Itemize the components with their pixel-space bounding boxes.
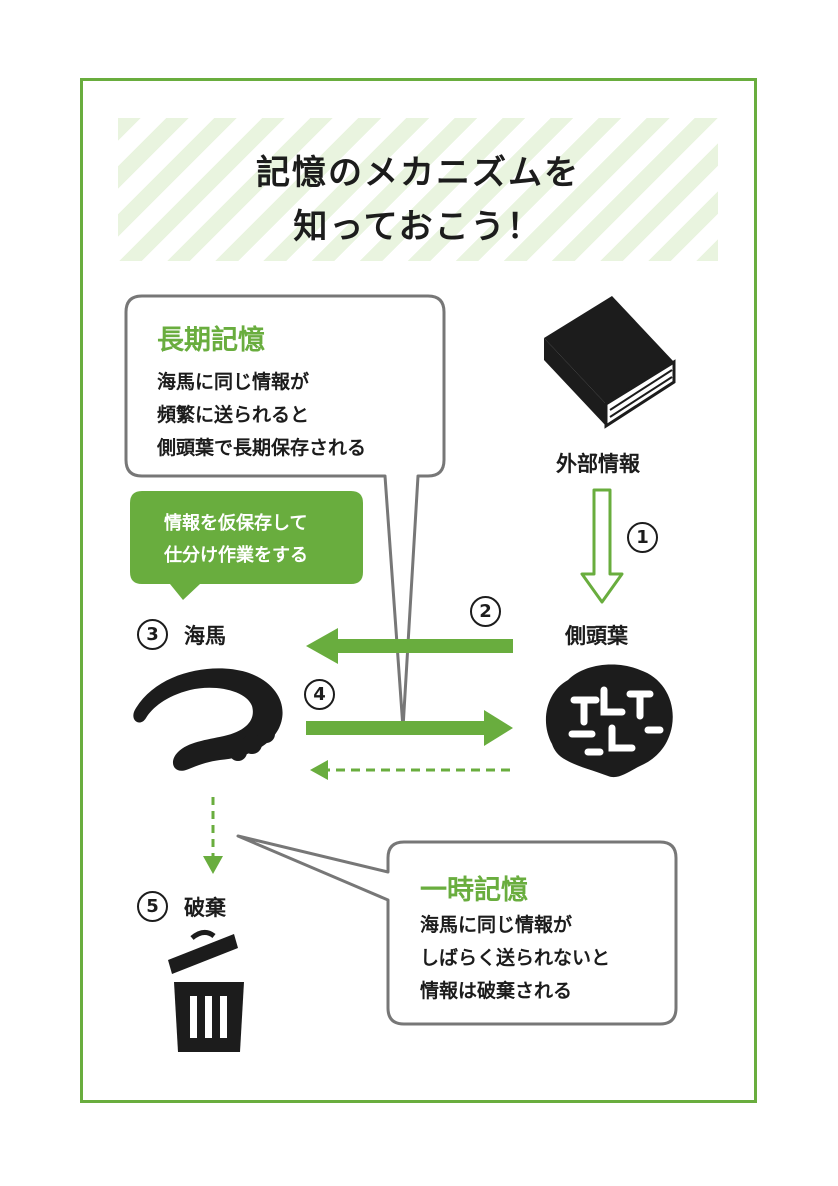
- dashed-discard-arrow: [203, 797, 223, 874]
- book-icon: [544, 296, 676, 429]
- temporary-heading: 一時記憶: [420, 875, 528, 906]
- trash-can-icon: [168, 930, 244, 1052]
- temporary-line-3: 情報は破棄される: [420, 980, 573, 1002]
- temporary-line-2: しばらく送られないと: [420, 947, 611, 969]
- discard-label: 破棄: [184, 896, 226, 920]
- step-2-badge: 2: [470, 596, 501, 627]
- dashed-return-arrow: [310, 760, 510, 780]
- hippocampus-note-text: 情報を仮保存して 仕分け作業をする: [164, 508, 308, 572]
- temporal-lobe-label: 側頭葉: [565, 624, 628, 648]
- long-term-line-1: 海馬に同じ情報が: [157, 371, 310, 393]
- hippocampus-icon: [133, 668, 283, 771]
- long-term-heading: 長期記憶: [157, 325, 265, 356]
- long-term-line-2: 頻繁に送られると: [157, 404, 310, 426]
- arrow-external-to-temporal: [580, 488, 624, 604]
- long-term-line-3: 側頭葉で長期保存される: [157, 437, 367, 459]
- long-term-text: 海馬に同じ情報が 頻繁に送られると 側頭葉で長期保存される: [157, 366, 366, 465]
- step-1-badge: 1: [627, 522, 658, 553]
- step-4-badge: 4: [304, 679, 335, 710]
- step-3-badge: 3: [137, 619, 168, 650]
- temporary-line-1: 海馬に同じ情報が: [420, 914, 573, 936]
- arrow-hippocampus-to-temporal: [306, 710, 513, 746]
- external-info-label: 外部情報: [556, 452, 640, 476]
- brain-icon: [545, 664, 673, 778]
- hippocampus-note-line-2: 仕分け作業をする: [164, 545, 308, 566]
- hippocampus-label: 海馬: [184, 624, 226, 648]
- hippocampus-note-line-1: 情報を仮保存して: [164, 513, 308, 534]
- step-5-badge: 5: [137, 891, 168, 922]
- temporary-text: 海馬に同じ情報が しばらく送られないと 情報は破棄される: [420, 909, 610, 1008]
- memory-diagram: [124, 294, 678, 1052]
